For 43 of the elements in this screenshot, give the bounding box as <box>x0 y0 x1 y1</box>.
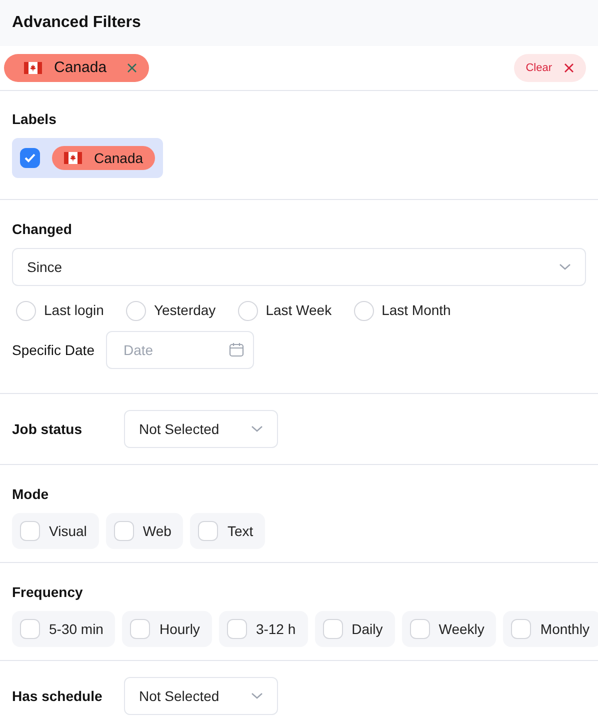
checkbox-option[interactable]: Text <box>190 513 266 549</box>
dropdown-select[interactable]: Not Selected <box>124 410 278 448</box>
checkbox-option[interactable]: Weekly <box>402 611 496 647</box>
checkbox-option[interactable]: Monthly <box>503 611 598 647</box>
checkbox-option[interactable]: Hourly <box>122 611 212 647</box>
dropdown-select[interactable]: Not Selected <box>124 677 278 715</box>
checkmark-icon <box>24 153 36 163</box>
field-label: Has schedule <box>12 686 104 706</box>
chevron-down-icon <box>251 425 264 433</box>
radio-button[interactable] <box>354 300 374 320</box>
close-icon[interactable] <box>126 63 137 73</box>
radio-option[interactable]: Last login <box>16 300 104 321</box>
chevron-down-icon <box>559 263 571 271</box>
label-chip: Canada <box>52 146 156 170</box>
section-heading: Changed <box>12 220 73 239</box>
section-heading: Labels <box>12 110 58 129</box>
radio-button[interactable] <box>16 300 36 320</box>
checkbox-option[interactable]: 5-30 min <box>12 611 116 647</box>
section-heading: Frequency <box>12 583 84 602</box>
calendar-icon <box>229 342 244 357</box>
label-option[interactable]: Canada <box>12 138 164 178</box>
flag-icon <box>64 152 82 164</box>
checkbox-option[interactable]: Daily <box>314 611 395 647</box>
chevron-down-icon <box>251 692 264 700</box>
section-heading: Mode <box>12 485 50 504</box>
radio-button[interactable] <box>126 300 146 320</box>
close-icon <box>564 63 574 73</box>
field-label: Specific Date <box>12 340 94 360</box>
panel-title: Advanced Filters <box>12 13 141 33</box>
dropdown-select[interactable]: Since <box>12 248 586 286</box>
radio-button[interactable] <box>238 300 258 320</box>
date-field[interactable]: Date <box>106 331 254 369</box>
flag-icon <box>24 62 42 74</box>
radio-option[interactable]: Last Week <box>238 300 332 321</box>
checkbox-option[interactable]: Web <box>106 513 184 549</box>
checkbox[interactable] <box>20 148 40 168</box>
checkbox-option[interactable]: Visual <box>12 513 99 549</box>
clear-button[interactable]: Clear <box>514 54 586 82</box>
filter-chip[interactable]: Canada <box>4 54 149 82</box>
checkbox-option[interactable]: 3-12 h <box>218 611 308 647</box>
radio-option[interactable]: Yesterday <box>126 300 216 321</box>
radio-option[interactable]: Last Month <box>354 300 451 321</box>
field-label: Job status <box>12 420 84 438</box>
